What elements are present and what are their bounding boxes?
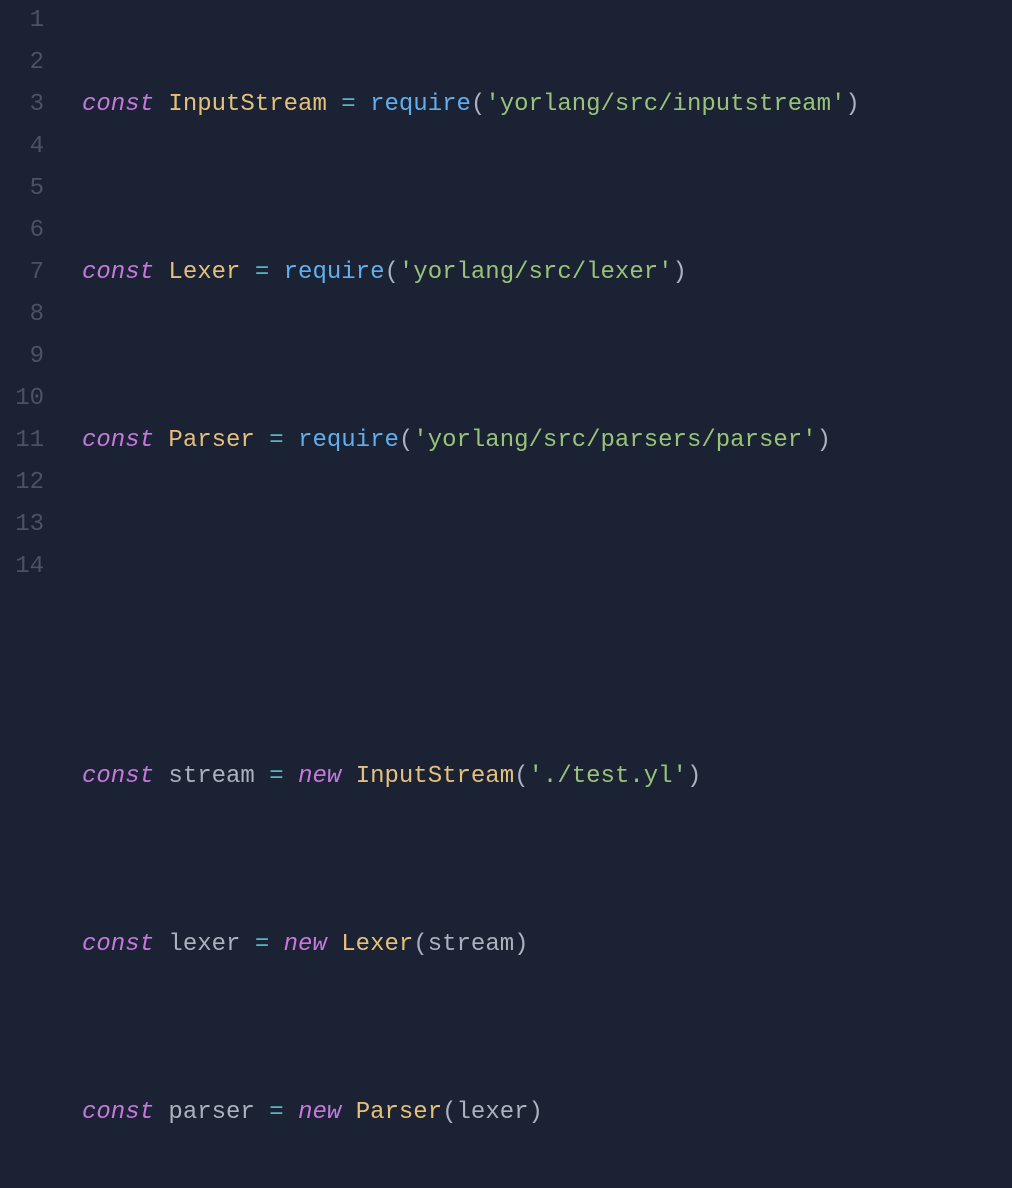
line-number: 6 [0,210,44,252]
paren-close: ) [514,931,528,958]
paren-close: ) [529,1099,543,1126]
class-name: Parser [356,1099,442,1126]
keyword-const: const [82,931,154,958]
keyword-const: const [82,763,154,790]
paren-open: ( [384,259,398,286]
identifier: parser [168,1099,254,1126]
string-literal: './test.yl' [529,763,687,790]
paren-open: ( [413,931,427,958]
line-number: 2 [0,42,44,84]
code-line[interactable]: const lexer = new Lexer(stream) [82,924,1012,966]
line-number: 12 [0,462,44,504]
operator-equals: = [255,259,269,286]
operator-equals: = [269,763,283,790]
identifier: lexer [168,931,240,958]
code-line[interactable] [82,588,1012,630]
function-require: require [298,427,399,454]
paren-open: ( [399,427,413,454]
keyword-const: const [82,91,154,118]
argument: stream [428,931,514,958]
line-number: 14 [0,546,44,588]
line-number: 5 [0,168,44,210]
string-literal: 'yorlang/src/parsers/parser' [413,427,816,454]
function-require: require [284,259,385,286]
operator-equals: = [269,427,283,454]
function-require: require [370,91,471,118]
keyword-const: const [82,427,154,454]
string-literal: 'yorlang/src/lexer' [399,259,673,286]
class-name: InputStream [356,763,514,790]
line-number: 7 [0,252,44,294]
line-number: 1 [0,0,44,42]
paren-open: ( [471,91,485,118]
paren-open: ( [442,1099,456,1126]
class-name: Lexer [341,931,413,958]
keyword-const: const [82,259,154,286]
keyword-new: new [284,931,327,958]
line-number: 10 [0,378,44,420]
paren-close: ) [817,427,831,454]
keyword-const: const [82,1099,154,1126]
line-number: 8 [0,294,44,336]
paren-close: ) [673,259,687,286]
paren-open: ( [514,763,528,790]
code-line[interactable]: const InputStream = require('yorlang/src… [82,84,1012,126]
keyword-new: new [298,1099,341,1126]
identifier: Parser [168,427,254,454]
line-number: 3 [0,84,44,126]
keyword-new: new [298,763,341,790]
paren-close: ) [845,91,859,118]
code-editor[interactable]: 1 2 3 4 5 6 7 8 9 10 11 12 13 14 const I… [0,0,1012,594]
operator-equals: = [341,91,355,118]
code-line[interactable]: const Lexer = require('yorlang/src/lexer… [82,252,1012,294]
line-number: 9 [0,336,44,378]
line-number: 4 [0,126,44,168]
line-number-gutter: 1 2 3 4 5 6 7 8 9 10 11 12 13 14 [0,0,62,594]
code-line[interactable]: const stream = new InputStream('./test.y… [82,756,1012,798]
argument: lexer [457,1099,529,1126]
code-line[interactable]: const Parser = require('yorlang/src/pars… [82,420,1012,462]
paren-close: ) [687,763,701,790]
operator-equals: = [255,931,269,958]
code-area[interactable]: const InputStream = require('yorlang/src… [62,0,1012,594]
operator-equals: = [269,1099,283,1126]
identifier: stream [168,763,254,790]
identifier: InputStream [168,91,326,118]
string-literal: 'yorlang/src/inputstream' [485,91,845,118]
line-number: 13 [0,504,44,546]
line-number: 11 [0,420,44,462]
identifier: Lexer [168,259,240,286]
code-line[interactable]: const parser = new Parser(lexer) [82,1092,1012,1134]
